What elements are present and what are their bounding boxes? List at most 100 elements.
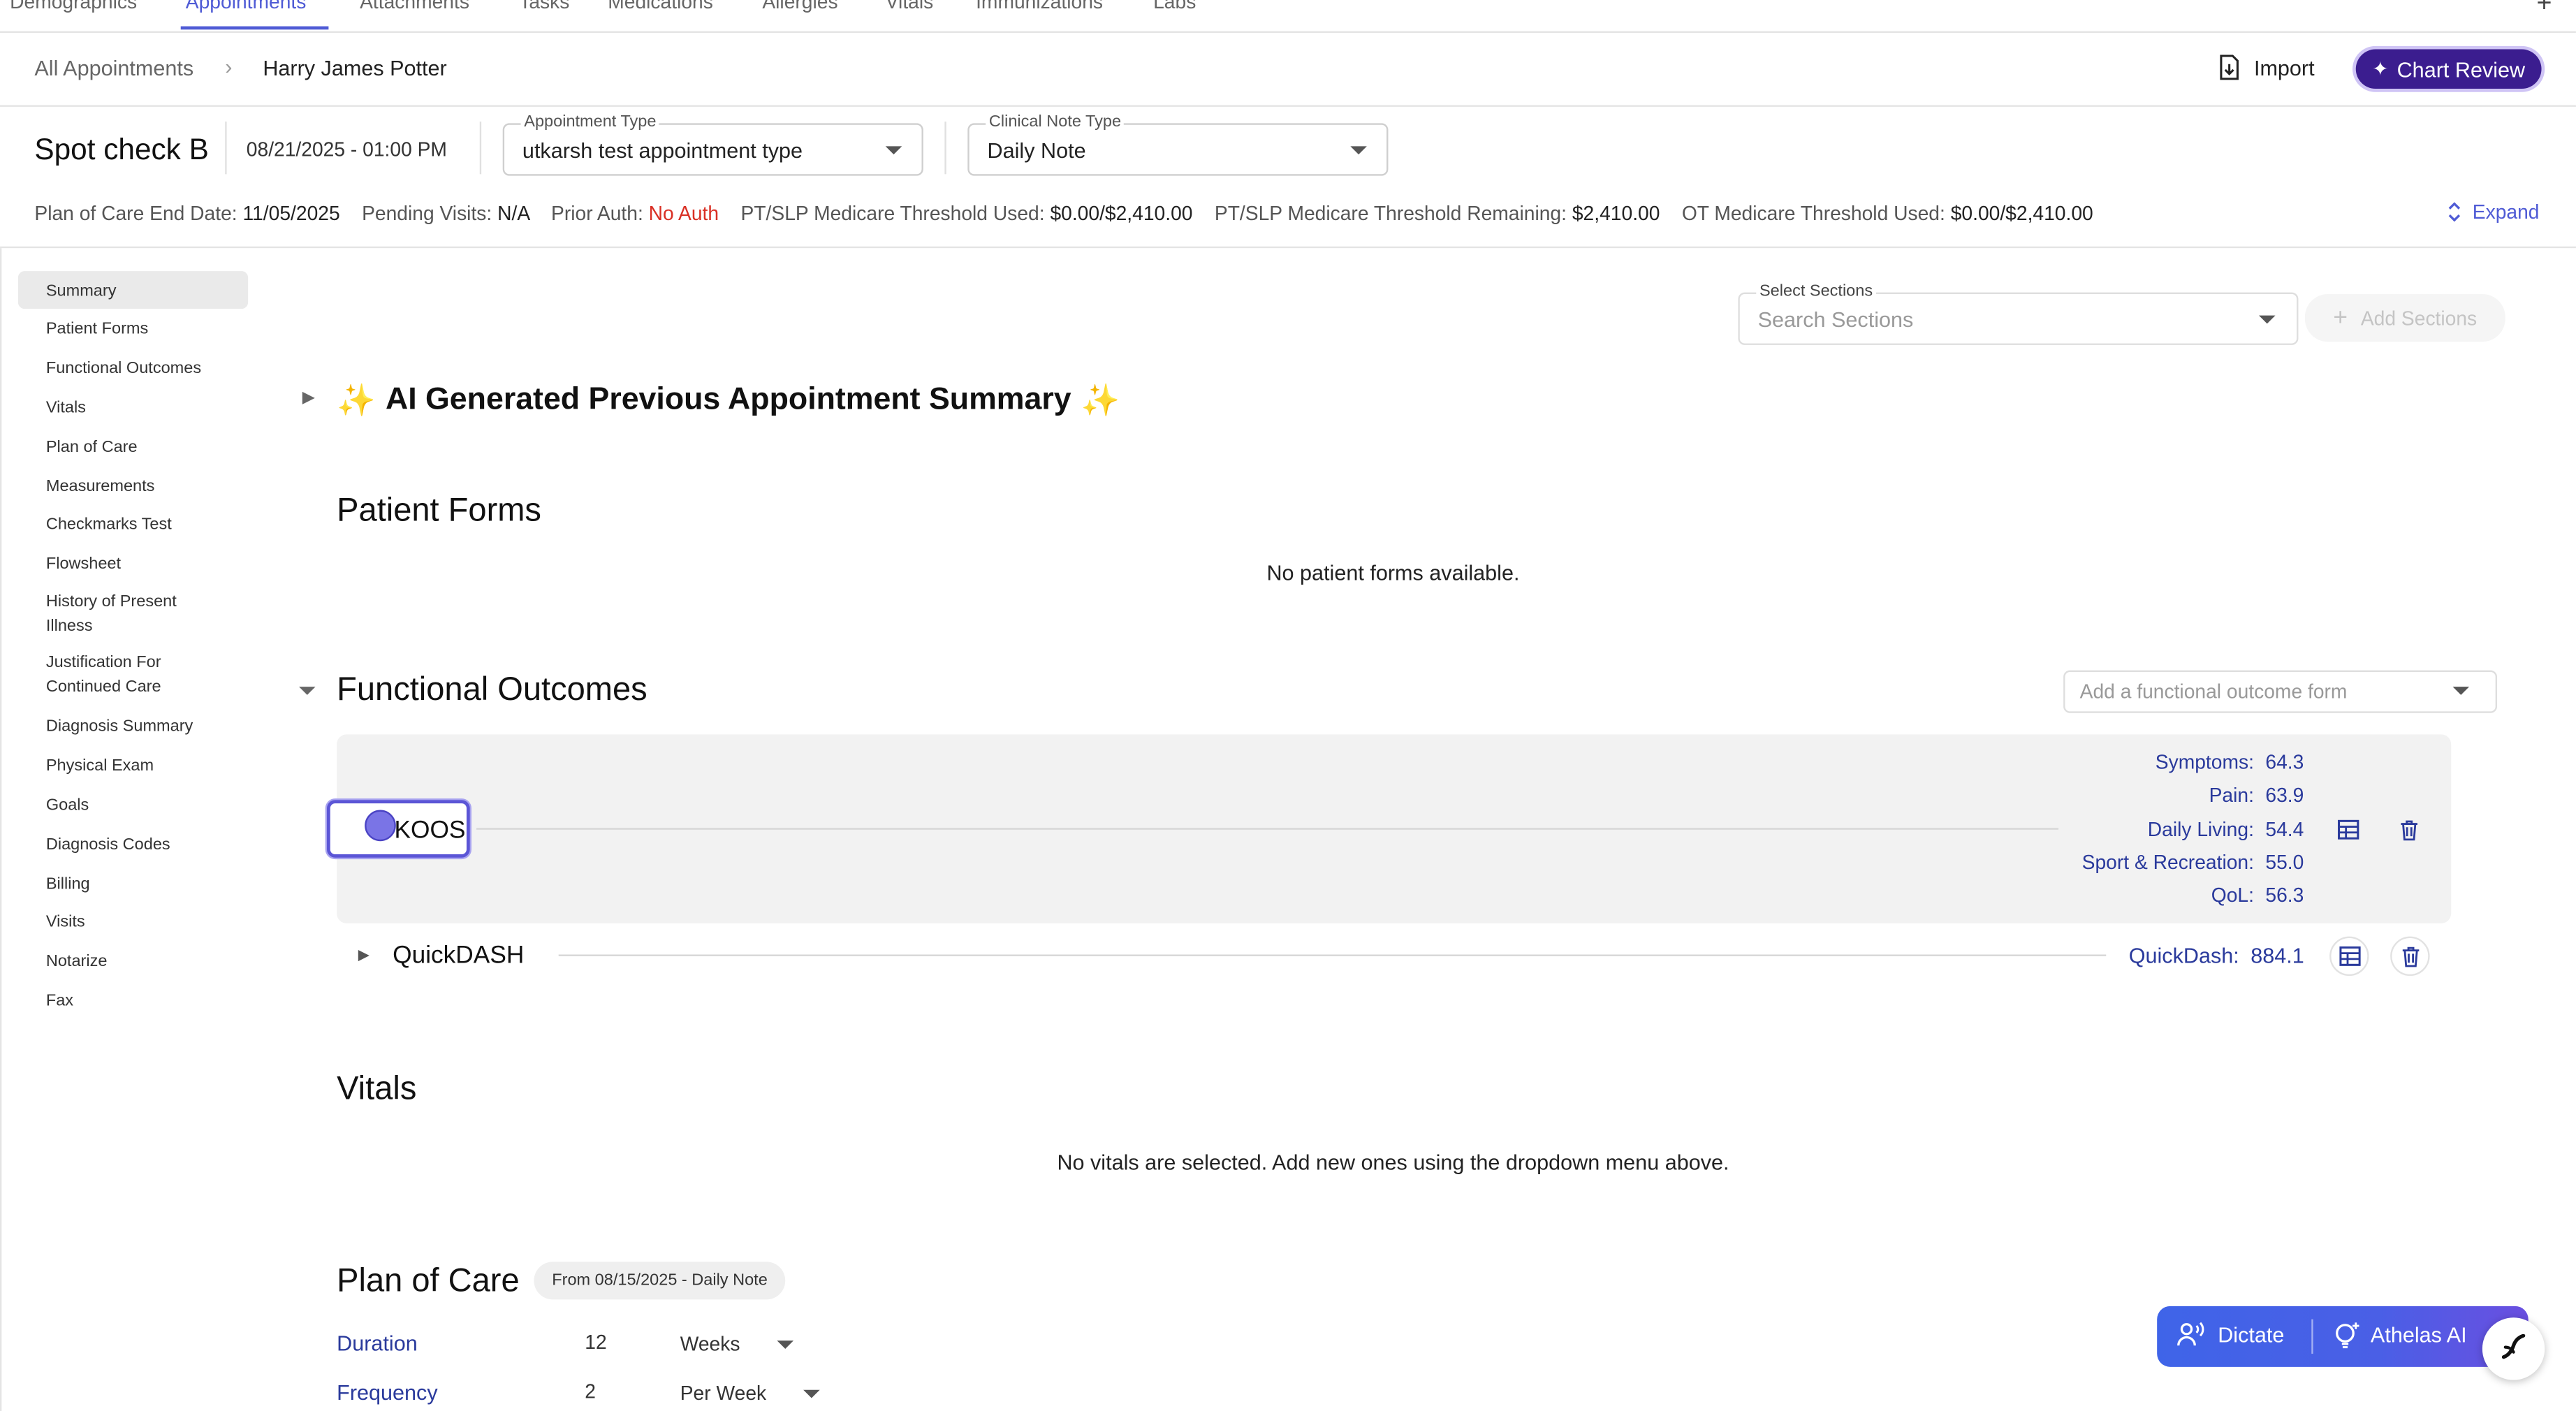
- import-button[interactable]: Import: [2218, 54, 2315, 81]
- sidebar-item-vitals[interactable]: Vitals: [46, 396, 86, 421]
- sidebar-item-visits[interactable]: Visits: [46, 910, 85, 935]
- frequency-value[interactable]: 2: [585, 1380, 596, 1403]
- tab-labs[interactable]: Labs: [1153, 0, 1196, 13]
- search-sections-placeholder: Search Sections: [1757, 307, 1914, 332]
- cursor-indicator-icon: [365, 810, 396, 842]
- file-import-icon: [2220, 54, 2239, 80]
- duration-unit-select[interactable]: Weeks: [680, 1332, 798, 1359]
- ptslp-remaining-label: PT/SLP Medicare Threshold Remaining:: [1214, 202, 1567, 226]
- select-sections-dropdown[interactable]: Select Sections Search Sections: [1738, 282, 2299, 345]
- active-tab-indicator: [180, 26, 329, 30]
- quickdash-delete-button[interactable]: [2390, 936, 2430, 977]
- koos-name: KOOS: [394, 816, 466, 845]
- koos-daily-living-value: 54.4: [2265, 818, 2304, 842]
- appointment-type-label: Appointment Type: [520, 113, 660, 132]
- quickdash-expand-triangle-icon[interactable]: ▶: [358, 946, 369, 965]
- sidebar-item-justification[interactable]: Justification For Continued Care: [46, 650, 210, 700]
- chevron-right-icon: ›: [225, 54, 233, 79]
- appointment-datetime[interactable]: 08/21/2025 - 01:00 PM: [247, 138, 447, 161]
- pending-visits-value: N/A: [497, 202, 529, 226]
- ai-summary-header[interactable]: ✨ AI Generated Previous Appointment Summ…: [337, 381, 1120, 421]
- appointment-type-select[interactable]: Appointment Type utkarsh test appointmen…: [502, 113, 923, 176]
- assistant-logo-icon: [2501, 1333, 2526, 1359]
- sidebar-item-patient-forms[interactable]: Patient Forms: [46, 317, 148, 342]
- collapse-triangle-icon[interactable]: [299, 687, 316, 695]
- tab-attachments[interactable]: Attachments: [360, 0, 469, 13]
- duration-value[interactable]: 12: [585, 1331, 606, 1354]
- pending-visits-label: Pending Visits:: [362, 202, 492, 226]
- koos-table-button[interactable]: [2329, 812, 2366, 848]
- info-bar: Plan of Care End Date: 11/05/2025 Pendin…: [34, 202, 2093, 225]
- frequency-unit-value: Per Week: [680, 1382, 767, 1405]
- add-functional-outcome-placeholder: Add a functional outcome form: [2079, 680, 2348, 703]
- tab-allergies[interactable]: Allergies: [762, 0, 837, 13]
- frequency-unit-select[interactable]: Per Week: [680, 1382, 825, 1408]
- chevron-down-icon: [1350, 146, 1367, 155]
- breadcrumb-root[interactable]: All Appointments: [34, 56, 193, 80]
- expand-triangle-icon[interactable]: ▶: [302, 389, 315, 407]
- dictate-button[interactable]: Dictate: [2176, 1321, 2284, 1347]
- select-sections-label: Select Sections: [1756, 282, 1876, 301]
- add-sections-label: Add Sections: [2360, 306, 2478, 330]
- sidebar-item-plan-of-care[interactable]: Plan of Care: [46, 435, 138, 460]
- clinical-note-type-select[interactable]: Clinical Note Type Daily Note: [967, 113, 1389, 176]
- koos-symptoms-label: Symptoms:: [2155, 750, 2254, 774]
- athelas-ai-button[interactable]: Athelas AI: [2334, 1321, 2467, 1349]
- sidebar-item-summary[interactable]: Summary: [46, 279, 117, 304]
- clinical-note-type-value: Daily Note: [987, 138, 1086, 163]
- divider: [944, 122, 946, 175]
- appointment-title: Spot check B: [34, 133, 209, 166]
- koos-pain-value: 63.9: [2265, 783, 2304, 807]
- prior-auth-label: Prior Auth:: [551, 202, 643, 226]
- sidebar-item-diagnosis-codes[interactable]: Diagnosis Codes: [46, 833, 170, 857]
- divider: [2311, 1319, 2313, 1354]
- tab-appointments[interactable]: Appointments: [186, 0, 307, 13]
- table-icon: [2339, 946, 2360, 966]
- koos-expand-toggle[interactable]: KOOS: [327, 800, 470, 858]
- poc-end-value: 11/05/2025: [242, 202, 340, 226]
- chart-review-button[interactable]: ✦ Chart Review: [2355, 49, 2542, 89]
- expand-button[interactable]: Expand: [2446, 200, 2539, 224]
- sidebar-item-history-of-present-illness[interactable]: History of Present Illness: [46, 590, 210, 639]
- sidebar-item-diagnosis-summary[interactable]: Diagnosis Summary: [46, 715, 193, 739]
- quickdash-name[interactable]: QuickDASH: [393, 942, 524, 970]
- tab-immunizations[interactable]: Immunizations: [976, 0, 1103, 13]
- plus-icon: +: [2333, 304, 2348, 332]
- plan-of-care-badge: From 08/15/2025 - Daily Note: [534, 1262, 786, 1300]
- divider: [558, 954, 2107, 956]
- divider: [225, 122, 227, 175]
- assistant-launcher-button[interactable]: [2482, 1317, 2545, 1380]
- appointment-type-value: utkarsh test appointment type: [522, 138, 803, 163]
- sidebar-item-notarize[interactable]: Notarize: [46, 949, 108, 974]
- sidebar-item-billing[interactable]: Billing: [46, 872, 90, 897]
- tab-medications[interactable]: Medications: [608, 0, 713, 13]
- tab-tasks[interactable]: Tasks: [519, 0, 569, 13]
- add-functional-outcome-select[interactable]: Add a functional outcome form: [2063, 670, 2498, 713]
- ot-used-label: OT Medicare Threshold Used:: [1681, 202, 1945, 226]
- expand-icon: [2448, 202, 2461, 222]
- lightbulb-sparkle-icon: [2336, 1322, 2359, 1349]
- quickdash-table-button[interactable]: [2329, 936, 2369, 977]
- sidebar-item-measurements[interactable]: Measurements: [46, 475, 155, 499]
- trash-icon: [2400, 819, 2417, 840]
- sidebar-item-goals[interactable]: Goals: [46, 794, 89, 818]
- koos-sport-value: 55.0: [2265, 851, 2304, 875]
- tab-vitals[interactable]: Vitals: [886, 0, 934, 13]
- prior-auth-value: No Auth: [648, 202, 719, 226]
- sidebar-item-physical-exam[interactable]: Physical Exam: [46, 754, 154, 779]
- sidebar-item-functional-outcomes[interactable]: Functional Outcomes: [46, 356, 201, 381]
- tab-demographics[interactable]: Demographics: [10, 0, 137, 13]
- duration-label: Duration: [337, 1331, 418, 1356]
- koos-pain-label: Pain:: [2209, 783, 2254, 807]
- patient-forms-empty: No patient forms available.: [1266, 560, 1520, 585]
- koos-delete-button[interactable]: [2390, 812, 2427, 848]
- ptslp-remaining-value: $2,410.00: [1572, 202, 1660, 226]
- athelas-ai-label: Athelas AI: [2370, 1322, 2467, 1347]
- add-sections-button[interactable]: + Add Sections: [2304, 294, 2505, 342]
- functional-outcomes-title: Functional Outcomes: [337, 671, 647, 708]
- koos-daily-living-label: Daily Living:: [2147, 818, 2254, 842]
- sidebar-item-fax[interactable]: Fax: [46, 989, 73, 1014]
- sidebar-item-checkmarks-test[interactable]: Checkmarks Test: [46, 513, 172, 537]
- floating-action-bar: Dictate Athelas AI: [2157, 1306, 2529, 1367]
- plus-icon[interactable]: +: [2536, 0, 2552, 20]
